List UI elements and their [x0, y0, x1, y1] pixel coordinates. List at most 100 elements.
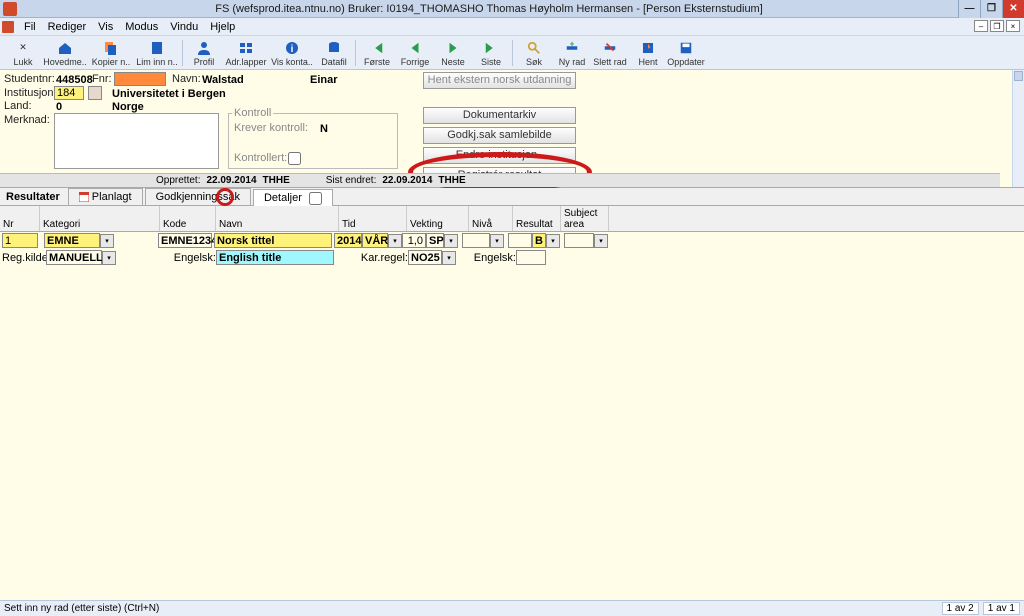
gh-kode: Kode	[160, 206, 216, 231]
checkbox-detaljer[interactable]	[309, 192, 322, 205]
menu-hjelp[interactable]: Hjelp	[204, 21, 241, 33]
app-icon	[3, 2, 17, 16]
dropdown-resultat[interactable]: ▾	[546, 234, 560, 248]
field-merknad[interactable]	[54, 113, 219, 169]
menu-fil[interactable]: Fil	[18, 21, 42, 33]
btn-endre-institusjon[interactable]: Endre institusjon..	[423, 147, 576, 164]
first-icon	[369, 40, 385, 56]
cell-kategori[interactable]: EMNE	[44, 233, 100, 248]
field-institusjon-kode[interactable]: 184	[54, 86, 84, 100]
tbtn-forste[interactable]: Første	[358, 38, 396, 68]
cell-vekt-tall[interactable]: 1,0	[402, 233, 426, 248]
tbtn-siste[interactable]: Siste	[472, 38, 510, 68]
cell-vekt-enhet[interactable]: SP	[426, 233, 444, 248]
label-kontroll: Kontroll	[232, 107, 273, 119]
dropdown-vekt[interactable]: ▾	[444, 234, 458, 248]
grid-row: 1 EMNE ▾ EMNE1234 Norsk tittel 2014 VÅR …	[0, 232, 1024, 249]
value-land-kode: 0	[54, 100, 64, 114]
mdi-restore-button[interactable]: ❐	[990, 20, 1004, 32]
gh-navn: Navn	[216, 206, 339, 231]
form-status-bar: Opprettet: 22.09.2014 THHE Sist endret: …	[0, 173, 1000, 187]
results-grid: Nr Kategori Kode Navn Tid Vekting Nivå R…	[0, 206, 1024, 600]
cell-resultat-pre[interactable]	[508, 233, 532, 248]
status-counter-2: 1 av 1	[983, 602, 1020, 615]
grid-row: Reg.kilde: MANUELL ▾ Engelsk: English ti…	[0, 249, 1024, 266]
fetch-icon	[640, 40, 656, 56]
tbtn-kopier[interactable]: Kopier n..	[88, 38, 134, 68]
menu-vis[interactable]: Vis	[92, 21, 119, 33]
btn-godkjsak[interactable]: Godkj.sak samlebilde	[423, 127, 576, 144]
copy-icon	[103, 40, 119, 56]
cell-regkilde[interactable]: MANUELL	[46, 250, 102, 265]
toolbar: ✕Lukk Hovedme.. Kopier n.. Lim inn n.. P…	[0, 36, 1024, 70]
tbtn-datafil[interactable]: Datafil	[315, 38, 353, 68]
btn-hent-ekstern[interactable]: Hent ekstern norsk utdanning	[423, 72, 576, 89]
tab-godkjenningssak[interactable]: Godkjenningssak	[145, 188, 251, 205]
dropdown-tid[interactable]: ▾	[388, 234, 402, 248]
cell-engelsk[interactable]: English title	[216, 250, 334, 265]
svg-text:i: i	[291, 44, 294, 55]
tbtn-lukk[interactable]: ✕Lukk	[4, 38, 42, 68]
tbtn-hent[interactable]: Hent	[629, 38, 667, 68]
field-institusjon-ex[interactable]	[88, 86, 102, 100]
field-fnr[interactable]	[114, 72, 166, 86]
tbtn-hovedme[interactable]: Hovedme..	[42, 38, 88, 68]
dropdown-niva[interactable]: ▾	[490, 234, 504, 248]
tbtn-slettrad[interactable]: Slett rad	[591, 38, 629, 68]
btn-dokumentarkiv[interactable]: Dokumentarkiv	[423, 107, 576, 124]
cell-subject[interactable]	[564, 233, 594, 248]
document-icon	[2, 21, 14, 33]
tbtn-profil[interactable]: Profil	[185, 38, 223, 68]
tbtn-sok[interactable]: Søk	[515, 38, 553, 68]
next-icon	[445, 40, 461, 56]
dropdown-subject[interactable]: ▾	[594, 234, 608, 248]
menu-rediger[interactable]: Rediger	[42, 21, 93, 33]
last-icon	[483, 40, 499, 56]
tbtn-adrlapper[interactable]: Adr.lapper	[223, 38, 269, 68]
gh-niva: Nivå	[469, 206, 513, 231]
close-icon: ✕	[15, 40, 31, 56]
tabs-section-label: Resultater	[0, 189, 66, 205]
save-icon	[678, 40, 694, 56]
search-icon	[526, 40, 542, 56]
dropdown-karregel[interactable]: ▾	[442, 251, 456, 265]
cell-resultat[interactable]: B	[532, 233, 546, 248]
checkbox-kontrollert[interactable]	[288, 152, 301, 165]
grid-header-row: Nr Kategori Kode Navn Tid Vekting Nivå R…	[0, 206, 1024, 232]
tbtn-oppdater[interactable]: Oppdater	[667, 38, 705, 68]
cell-kode[interactable]: EMNE1234	[158, 233, 212, 248]
mdi-minimize-button[interactable]: –	[974, 20, 988, 32]
dropdown-regkilde[interactable]: ▾	[102, 251, 116, 265]
gh-tid: Tid	[339, 206, 407, 231]
mdi-close-button[interactable]: ×	[1006, 20, 1020, 32]
tab-planlagt[interactable]: Planlagt	[68, 188, 143, 205]
cell-tid-ar[interactable]: 2014	[334, 233, 362, 248]
maximize-button[interactable]: ❐	[980, 0, 1002, 18]
tbtn-forrige[interactable]: Forrige	[396, 38, 434, 68]
label-kontrollert: Kontrollert:	[234, 152, 287, 164]
cell-niva[interactable]	[462, 233, 490, 248]
cell-engelsk2[interactable]	[516, 250, 546, 265]
cell-nr[interactable]: 1	[2, 233, 38, 248]
cell-navn[interactable]: Norsk tittel	[214, 233, 332, 248]
label-regkilde: Reg.kilde:	[2, 250, 46, 265]
cell-tid-term[interactable]: VÅR	[362, 233, 388, 248]
label-fnr: Fnr:	[92, 73, 112, 85]
tbtn-neste[interactable]: Neste	[434, 38, 472, 68]
value-land-navn: Norge	[110, 100, 146, 114]
menu-modus[interactable]: Modus	[119, 21, 164, 33]
dropdown-kategori[interactable]: ▾	[100, 234, 114, 248]
tbtn-viskonta[interactable]: iVis konta..	[269, 38, 315, 68]
value-institusjon-navn: Universitetet i Bergen	[110, 87, 228, 101]
cell-karregel[interactable]: NO25	[408, 250, 442, 265]
menu-vindu[interactable]: Vindu	[164, 21, 204, 33]
tbtn-liminn[interactable]: Lim inn n..	[134, 38, 180, 68]
minimize-button[interactable]: —	[958, 0, 980, 18]
close-button[interactable]: ✕	[1002, 0, 1024, 18]
gh-vekting: Vekting	[407, 206, 469, 231]
label-institusjon: Institusjon:	[4, 87, 57, 99]
tab-detaljer[interactable]: Detaljer	[253, 189, 333, 206]
tbtn-nyrad[interactable]: +Ny rad	[553, 38, 591, 68]
form-scrollbar[interactable]	[1012, 70, 1024, 187]
value-krever-kontroll: N	[318, 122, 330, 136]
